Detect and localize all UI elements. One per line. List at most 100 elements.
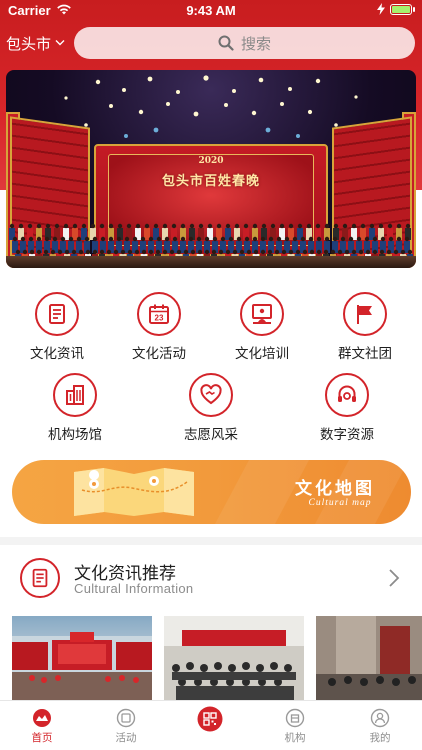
performer-head <box>72 223 78 229</box>
category-culture-news[interactable]: 文化资讯 <box>12 292 102 362</box>
performer-head <box>20 236 26 242</box>
performer-head <box>387 223 393 229</box>
performer-head <box>196 236 202 242</box>
performer-head <box>396 223 402 229</box>
performer-head <box>171 223 177 229</box>
chevron-right-icon[interactable] <box>388 568 400 588</box>
search-input[interactable]: 搜索 <box>74 27 415 59</box>
performer-head <box>323 249 329 255</box>
performer-head <box>252 223 258 229</box>
scan-icon <box>197 706 223 732</box>
performer-head <box>234 223 240 229</box>
performer-head <box>164 236 170 242</box>
performer-head <box>228 236 234 242</box>
category-volunteers[interactable]: 志愿风采 <box>166 373 256 443</box>
news-thumbnail[interactable] <box>316 616 422 700</box>
search-icon <box>218 35 234 51</box>
category-venues[interactable]: 机构场馆 <box>30 373 120 443</box>
performer-head <box>36 236 42 242</box>
cultural-map-banner[interactable]: 文化地图 Cultural map <box>12 460 411 524</box>
performer-head <box>99 223 105 229</box>
category-culture-clubs[interactable]: 群文社团 <box>320 292 410 362</box>
performer-head <box>60 236 66 242</box>
category-label: 机构场馆 <box>48 427 102 443</box>
performer-head <box>274 249 280 255</box>
tab-scan[interactable] <box>168 701 252 750</box>
performer-head <box>281 249 287 255</box>
performer-head <box>364 236 370 242</box>
news-section-header[interactable]: 文化资讯推荐 Cultural Information <box>0 552 422 608</box>
performer-head <box>155 249 161 255</box>
performer-head <box>36 249 42 255</box>
performer-head <box>225 249 231 255</box>
performer-head <box>190 249 196 255</box>
performer-head <box>378 223 384 229</box>
section-subtitle: Cultural Information <box>74 581 194 596</box>
tab-label: 活动 <box>115 732 137 744</box>
performer-head <box>45 223 51 229</box>
performer-head <box>288 223 294 229</box>
performer-head <box>71 249 77 255</box>
performer-head <box>162 223 168 229</box>
performer-head <box>156 236 162 242</box>
performer-head <box>188 236 194 242</box>
activity-icon <box>116 708 136 728</box>
performer-head <box>324 236 330 242</box>
category-digital-resources[interactable]: 数字资源 <box>302 373 392 443</box>
performer-head <box>140 236 146 242</box>
performer-head <box>386 249 392 255</box>
performer-head <box>244 236 250 242</box>
performer-head <box>78 249 84 255</box>
performer-head <box>218 249 224 255</box>
performer-head <box>252 236 258 242</box>
performer-head <box>365 249 371 255</box>
performer-head <box>84 236 90 242</box>
performer-head <box>351 249 357 255</box>
news-thumbnail[interactable] <box>164 616 304 700</box>
performer-head <box>356 236 362 242</box>
map-title: 文化地图 <box>295 479 375 499</box>
category-label: 文化活动 <box>132 346 186 362</box>
performer-head <box>29 249 35 255</box>
performer-head <box>261 223 267 229</box>
tab-home[interactable]: 首页 <box>0 701 84 750</box>
performer-head <box>316 236 322 242</box>
performer-head <box>358 249 364 255</box>
performer-head <box>22 249 28 255</box>
category-culture-events[interactable]: 23 文化活动 <box>114 292 204 362</box>
performer-head <box>232 249 238 255</box>
tab-profile[interactable]: 我的 <box>338 701 422 750</box>
performer-head <box>260 249 266 255</box>
performer-head <box>253 249 259 255</box>
performer-head <box>212 236 218 242</box>
city-selector[interactable]: 包头市 <box>6 30 65 56</box>
hero-banner[interactable]: 2020 包头市百姓春晚 <box>6 70 416 268</box>
performer-head <box>306 223 312 229</box>
performer-head <box>295 249 301 255</box>
news-thumbnail[interactable] <box>12 616 152 700</box>
calendar-icon: 23 <box>137 292 181 336</box>
chevron-down-icon <box>55 40 65 46</box>
performer-head <box>388 236 394 242</box>
performer-head <box>302 249 308 255</box>
performer-head <box>162 249 168 255</box>
category-label: 数字资源 <box>320 427 374 443</box>
tab-institution[interactable]: 机构 <box>253 701 337 750</box>
tab-activity[interactable]: 活动 <box>84 701 168 750</box>
performer-head <box>220 236 226 242</box>
home-icon <box>32 708 52 728</box>
folded-map-icon <box>74 468 194 516</box>
map-subtitle: Cultural map <box>308 498 372 508</box>
performer-head <box>108 236 114 242</box>
performer-head <box>197 249 203 255</box>
performer-head <box>18 223 24 229</box>
performer-head <box>76 236 82 242</box>
performer-head <box>276 236 282 242</box>
profile-icon <box>370 708 390 728</box>
performer-head <box>108 223 114 229</box>
category-culture-training[interactable]: 文化培训 <box>217 292 307 362</box>
building-photo <box>316 616 422 700</box>
performer-head <box>340 236 346 242</box>
performer-head <box>43 249 49 255</box>
building-icon <box>53 373 97 417</box>
